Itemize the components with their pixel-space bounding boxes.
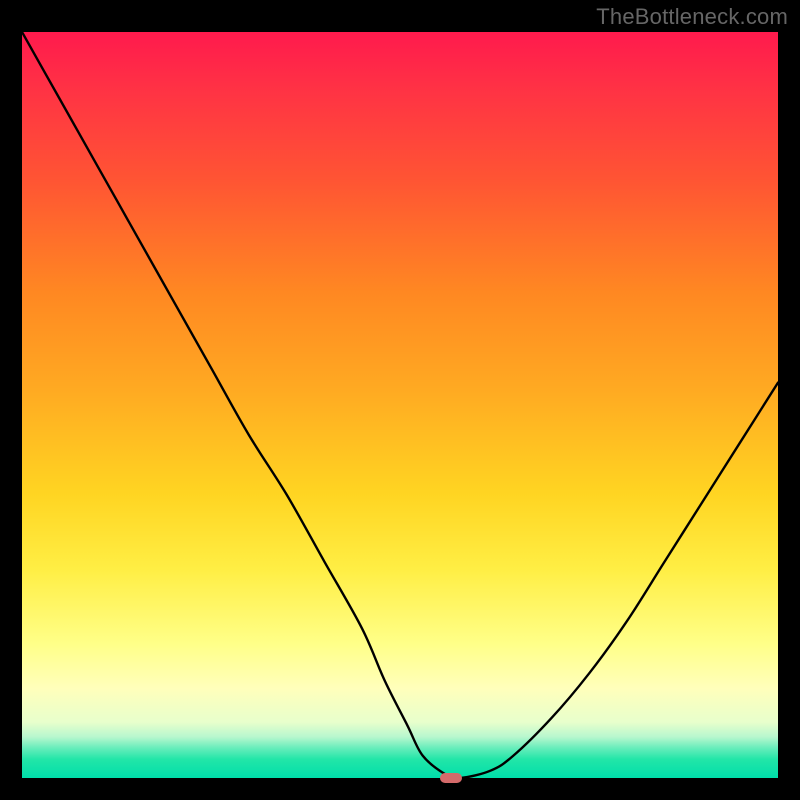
minimum-marker xyxy=(440,773,462,783)
chart-frame: TheBottleneck.com xyxy=(0,0,800,800)
watermark-text: TheBottleneck.com xyxy=(596,4,788,30)
curve-path xyxy=(22,32,778,778)
bottleneck-curve xyxy=(22,32,778,778)
plot-area xyxy=(20,30,780,780)
